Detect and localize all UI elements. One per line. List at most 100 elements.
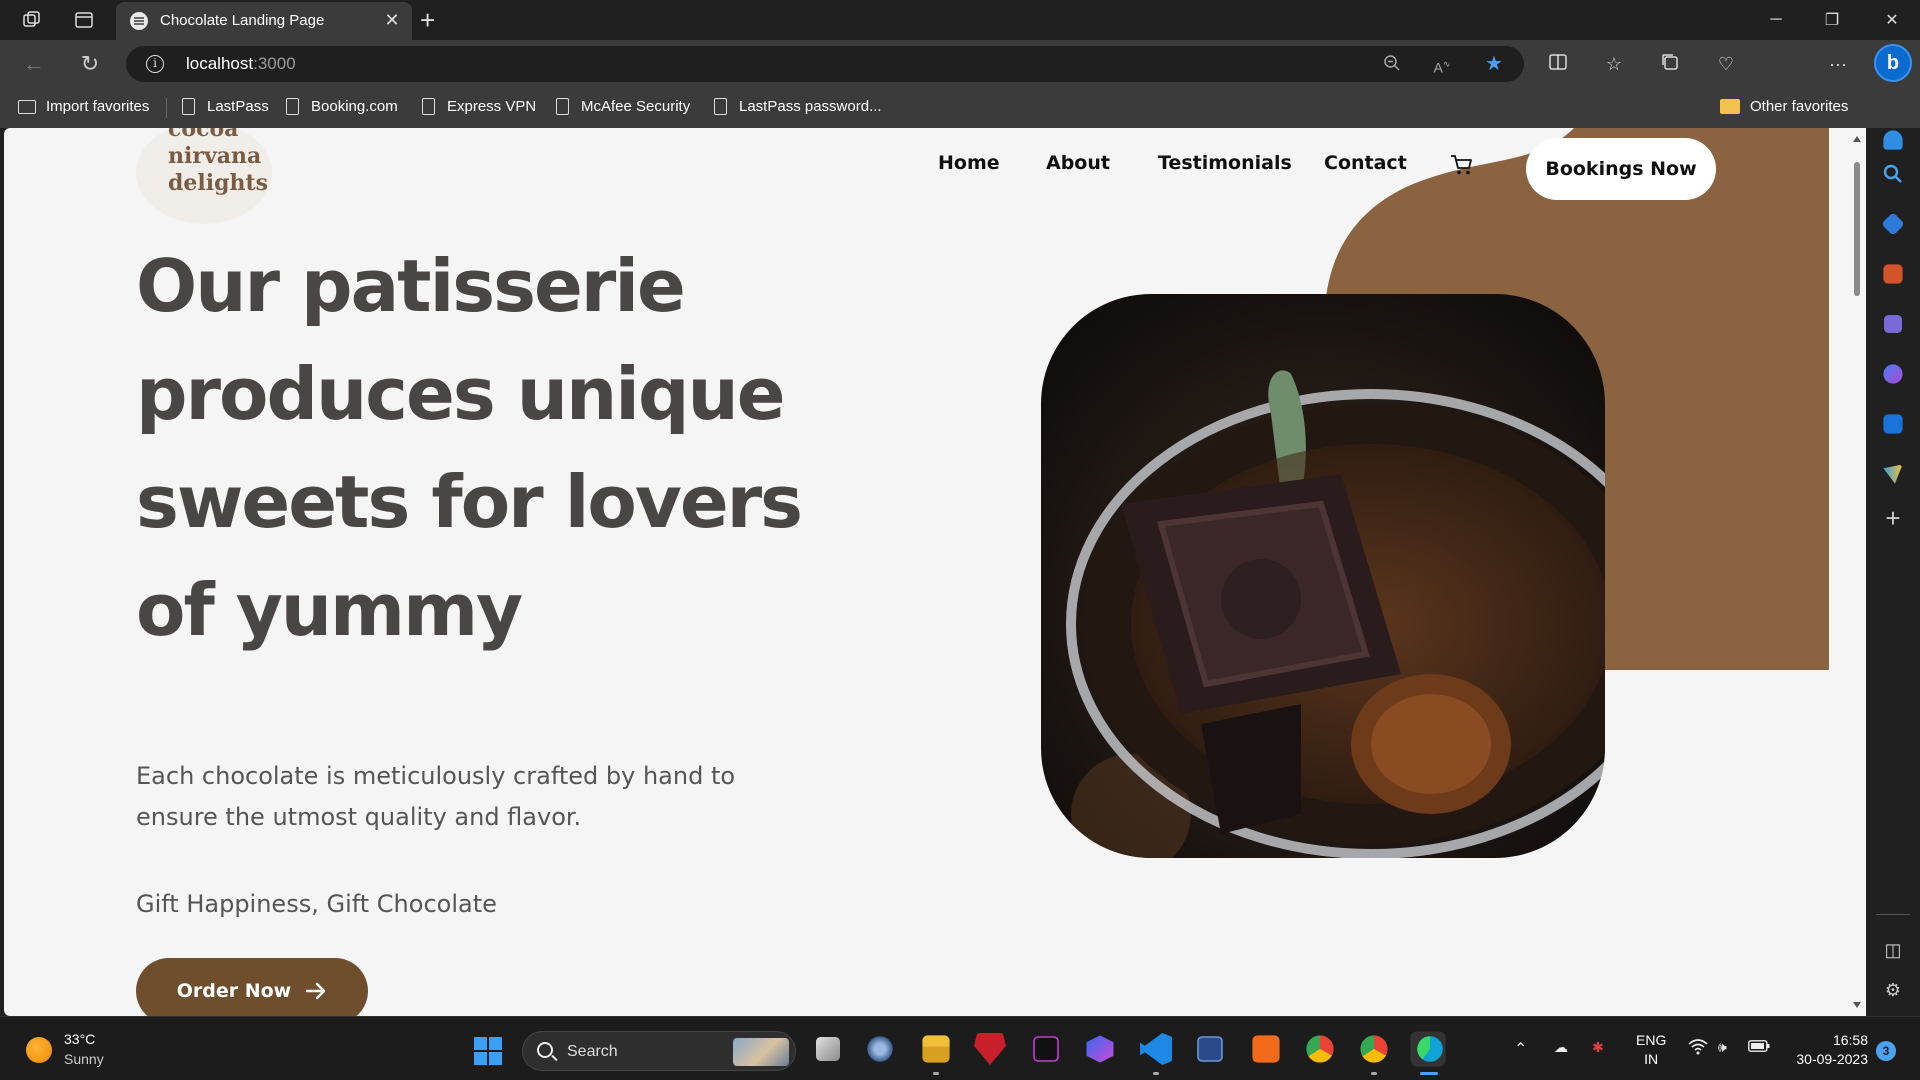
more-options-icon[interactable]: ··· [1826, 52, 1850, 76]
clock-date: 30-09-2023 [1796, 1051, 1868, 1067]
title-bar: Chocolate Landing Page ✕ + ─ ❐ ✕ [0, 0, 1920, 40]
fav-label: Other favorites [1750, 98, 1849, 115]
scroll-down-arrow[interactable] [1853, 1002, 1861, 1008]
search-icon[interactable] [1881, 162, 1905, 186]
fav-label: McAfee Security [581, 98, 691, 115]
favorites-icon[interactable]: ☆ [1602, 52, 1626, 76]
running-indicator [933, 1072, 939, 1075]
edge-icon[interactable] [1417, 1036, 1443, 1062]
minimize-icon[interactable]: ─ [1748, 0, 1804, 40]
weather-condition[interactable]: Sunny [64, 1051, 104, 1067]
nav-testimonials[interactable]: Testimonials [1158, 152, 1292, 174]
site-info-icon[interactable]: i [146, 55, 164, 73]
file-explorer-icon[interactable] [922, 1035, 950, 1063]
restore-icon[interactable]: ❐ [1804, 0, 1860, 40]
hero-tagline: Gift Happiness, Gift Chocolate [136, 890, 497, 918]
page-icon [182, 98, 195, 115]
bookings-now-button[interactable]: Bookings Now [1526, 138, 1716, 200]
new-tab-icon[interactable]: + [420, 4, 435, 36]
workspaces-icon[interactable] [20, 8, 44, 32]
sidebar-settings-icon[interactable]: ⚙ [1881, 978, 1905, 1002]
start-button[interactable] [474, 1037, 502, 1065]
language-indicator[interactable]: ENG IN [1636, 1031, 1666, 1069]
browser-essentials-icon[interactable]: ♡ [1714, 52, 1738, 76]
task-view-icon[interactable] [816, 1037, 840, 1061]
edge-sidebar: + ◫ ⚙ [1866, 128, 1920, 1016]
volume-icon[interactable]: 🕪 [1718, 1039, 1727, 1056]
collections-icon[interactable] [1658, 52, 1682, 76]
battery-icon[interactable] [1748, 1039, 1770, 1055]
page-icon [286, 98, 299, 115]
url-text[interactable]: localhost:3000 [186, 54, 296, 74]
hide-sidebar-icon[interactable]: ◫ [1881, 938, 1905, 962]
cart-icon[interactable] [1450, 154, 1474, 176]
tab-actions-icon[interactable] [72, 8, 96, 32]
settings-icon[interactable] [867, 1036, 893, 1062]
split-screen-icon[interactable] [1546, 52, 1570, 76]
scroll-thumb[interactable] [1854, 162, 1860, 296]
favorites-divider [166, 98, 167, 118]
page-scrollbar[interactable] [1848, 128, 1866, 1016]
tab-chocolate-landing[interactable]: Chocolate Landing Page ✕ [116, 2, 412, 40]
security-tray-icon[interactable]: ✱ [1592, 1039, 1604, 1056]
chrome-profile-icon[interactable] [1360, 1035, 1388, 1063]
arrow-right-icon [306, 982, 326, 1000]
page-viewport: cocoa nirvana delights Home About Testim… [4, 128, 1866, 1016]
notification-badge[interactable]: 3 [1876, 1041, 1896, 1061]
nav-home[interactable]: Home [938, 152, 1000, 174]
folder-icon [1720, 99, 1740, 114]
taskbar-search[interactable]: Search [522, 1031, 796, 1071]
chrome-icon[interactable] [1306, 1035, 1334, 1063]
drop-icon[interactable] [1883, 464, 1903, 484]
copilot-icon[interactable]: b [1874, 44, 1912, 82]
address-bar[interactable]: i localhost:3000 A∿ ★ [126, 46, 1524, 82]
close-window-icon[interactable]: ✕ [1864, 0, 1920, 40]
weather-sun-icon[interactable] [26, 1037, 52, 1063]
fav-label: Express VPN [447, 98, 537, 115]
nav-contact[interactable]: Contact [1324, 152, 1407, 174]
close-tab-icon[interactable]: ✕ [382, 10, 402, 30]
brand-logo[interactable]: cocoa nirvana delights [136, 128, 272, 224]
fav-lastpass[interactable]: LastPass [182, 98, 269, 115]
mcafee-icon[interactable] [974, 1033, 1006, 1065]
scroll-up-arrow[interactable] [1853, 136, 1861, 142]
microsoft-365-icon[interactable] [1883, 364, 1903, 384]
fav-other-favorites[interactable]: Other favorites [1720, 98, 1848, 115]
fav-mcafee[interactable]: McAfee Security [556, 98, 690, 115]
favorite-star-icon[interactable]: ★ [1484, 54, 1504, 74]
fav-booking[interactable]: Booking.com [286, 98, 398, 115]
zoom-icon[interactable] [1382, 54, 1402, 74]
back-icon[interactable]: ← [22, 52, 46, 76]
fav-import-favorites[interactable]: Import favorites [18, 98, 149, 115]
fav-lastpass-password[interactable]: LastPass password... [714, 98, 882, 115]
add-sidebar-app-icon[interactable]: + [1881, 505, 1905, 531]
dev-tool-icon[interactable] [1197, 1036, 1223, 1062]
games-icon[interactable] [1884, 315, 1902, 333]
shopping-tag-icon[interactable] [1881, 212, 1905, 236]
sidebar-divider [1876, 914, 1910, 915]
system-clock[interactable]: 16:58 30-09-2023 [1788, 1031, 1868, 1069]
hero-headline: Our patisserie produces unique sweets fo… [136, 244, 803, 652]
terminal-icon[interactable] [1033, 1036, 1059, 1062]
vscode-icon[interactable] [1140, 1033, 1172, 1065]
refresh-icon[interactable]: ↻ [78, 52, 102, 76]
search-icon [537, 1042, 553, 1058]
copilot-app-icon[interactable] [1086, 1035, 1114, 1063]
nav-about[interactable]: About [1046, 152, 1110, 174]
order-now-button[interactable]: Order Now [136, 958, 368, 1016]
hero-subtext: Each chocolate is meticulously crafted b… [136, 762, 736, 831]
notifications-bell-icon[interactable] [1883, 130, 1903, 150]
fav-express-vpn[interactable]: Express VPN [422, 98, 536, 115]
onedrive-icon[interactable]: ☁ [1554, 1039, 1568, 1056]
fav-label: LastPass [207, 98, 269, 115]
show-hidden-icons[interactable]: ⌃ [1514, 1039, 1527, 1059]
read-aloud-icon[interactable]: A∿ [1432, 54, 1452, 76]
start-tile [474, 1037, 487, 1050]
tab-title: Chocolate Landing Page [160, 12, 325, 29]
wifi-icon[interactable] [1688, 1039, 1708, 1058]
fav-label: LastPass password... [739, 98, 882, 115]
tools-icon[interactable] [1883, 264, 1903, 284]
outlook-icon[interactable] [1883, 414, 1903, 434]
xampp-icon[interactable] [1252, 1035, 1280, 1063]
weather-temperature[interactable]: 33°C [64, 1031, 95, 1047]
